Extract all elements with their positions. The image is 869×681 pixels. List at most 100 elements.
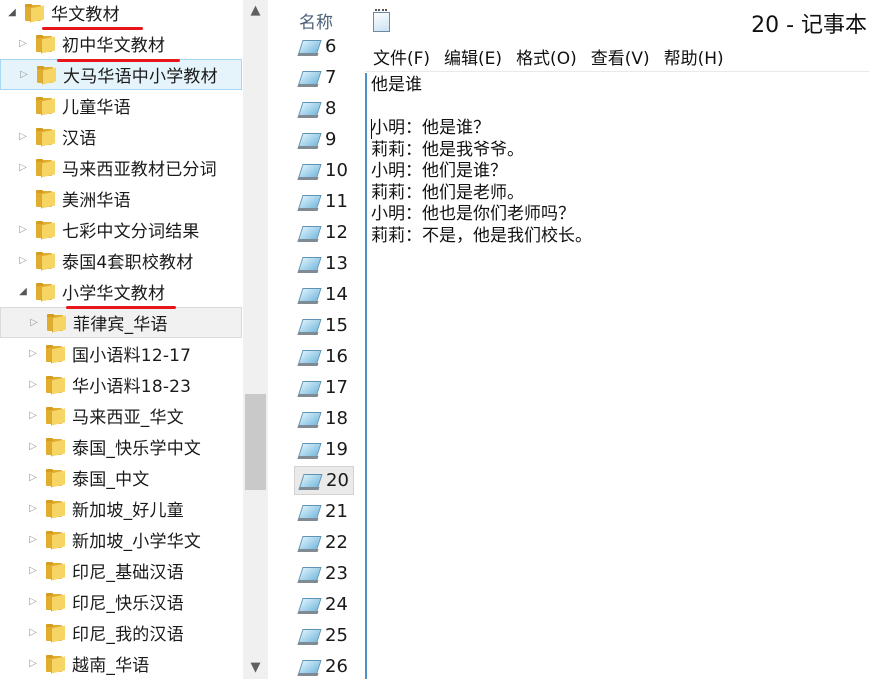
expanded-arrow-icon[interactable]: ◢ <box>17 286 29 297</box>
file-name: 25 <box>325 625 348 646</box>
name-column-header[interactable]: 名称 <box>299 8 333 33</box>
tree-item-13[interactable]: ▷ 马来西亚_华文 <box>0 400 242 431</box>
file-item[interactable]: 12 <box>294 218 354 247</box>
file-name: 10 <box>325 160 348 181</box>
scroll-up-icon[interactable]: ▲ <box>243 0 268 22</box>
title-bar[interactable]: 20 - 记事本 <box>365 0 869 42</box>
file-name: 6 <box>325 36 337 57</box>
tree-item-9[interactable]: ◢ 小学华文教材 <box>0 276 242 307</box>
tree-item-label: 菲律宾_华语 <box>73 315 168 335</box>
file-item[interactable]: 17 <box>294 373 354 402</box>
file-name: 9 <box>325 129 337 150</box>
collapsed-arrow-icon[interactable]: ▷ <box>28 317 40 328</box>
collapsed-arrow-icon[interactable]: ▷ <box>27 658 39 669</box>
file-item[interactable]: 19 <box>294 435 354 464</box>
collapsed-arrow-icon[interactable]: ▷ <box>27 348 39 359</box>
file-item[interactable]: 10 <box>294 156 354 185</box>
collapsed-arrow-icon[interactable]: ▷ <box>17 131 29 142</box>
collapsed-arrow-icon[interactable]: ▷ <box>27 472 39 483</box>
folder-icon <box>35 283 55 302</box>
file-item[interactable]: 7 <box>294 63 354 92</box>
collapsed-arrow-icon[interactable]: ▷ <box>27 441 39 452</box>
folder-icon <box>45 345 65 364</box>
tree-item-label: 马来西亚教材已分词 <box>62 160 217 180</box>
collapsed-arrow-icon[interactable]: ▷ <box>27 596 39 607</box>
file-item[interactable]: 15 <box>294 311 354 340</box>
text-file-icon <box>297 627 322 645</box>
menu-file[interactable]: 文件(F) <box>373 44 430 69</box>
editor-content[interactable]: 他是谁 小明：他是谁？ 莉莉：他是我爷爷。 小明：他们是谁？ 莉莉：他们是老师。… <box>371 75 592 247</box>
menu-edit[interactable]: 编辑(E) <box>444 44 502 69</box>
tree-item-16[interactable]: ▷ 新加坡_好儿童 <box>0 493 242 524</box>
text-editor[interactable]: 他是谁 小明：他是谁？ 莉莉：他是我爷爷。 小明：他们是谁？ 莉莉：他们是老师。… <box>365 73 869 679</box>
menu-format[interactable]: 格式(O) <box>516 44 577 69</box>
collapsed-arrow-icon[interactable]: ▷ <box>27 503 39 514</box>
tree-item-21[interactable]: ▷ 越南_华语 <box>0 648 242 679</box>
folder-icon <box>46 314 66 333</box>
file-name: 12 <box>325 222 348 243</box>
text-file-icon <box>297 596 322 614</box>
file-item[interactable]: 26 <box>294 652 354 681</box>
tree-item-18[interactable]: ▷ 印尼_基础汉语 <box>0 555 242 586</box>
folder-icon <box>45 438 65 457</box>
collapsed-arrow-icon[interactable]: ▷ <box>17 224 29 235</box>
scroll-thumb[interactable] <box>245 394 266 490</box>
text-file-icon <box>297 534 322 552</box>
file-name: 7 <box>325 67 337 88</box>
tree-item-20[interactable]: ▷ 印尼_我的汉语 <box>0 617 242 648</box>
file-item[interactable]: 22 <box>294 528 354 557</box>
file-item[interactable]: 13 <box>294 249 354 278</box>
collapsed-arrow-icon[interactable]: ▷ <box>17 38 29 49</box>
expanded-arrow-icon[interactable]: ◢ <box>6 7 18 18</box>
file-name: 15 <box>325 315 348 336</box>
folder-icon <box>35 128 55 147</box>
tree-item-7[interactable]: ▷ 七彩中文分词结果 <box>0 214 242 245</box>
collapsed-arrow-icon[interactable]: ▷ <box>17 255 29 266</box>
file-item[interactable]: 25 <box>294 621 354 650</box>
file-item[interactable]: 8 <box>294 94 354 123</box>
tree-item-2[interactable]: ▷ 大马华语中小学教材 <box>0 59 242 90</box>
file-item[interactable]: 6 <box>294 32 354 61</box>
menu-help[interactable]: 帮助(H) <box>664 44 724 69</box>
folder-icon <box>45 469 65 488</box>
file-item[interactable]: 20 <box>294 466 354 495</box>
collapsed-arrow-icon[interactable]: ▷ <box>27 534 39 545</box>
tree-item-label: 印尼_基础汉语 <box>72 563 184 583</box>
file-item[interactable]: 11 <box>294 187 354 216</box>
tree-item-12[interactable]: ▷ 华小语料18-23 <box>0 369 242 400</box>
menu-view[interactable]: 查看(V) <box>591 44 650 69</box>
file-name: 18 <box>325 408 348 429</box>
tree-item-11[interactable]: ▷ 国小语料12-17 <box>0 338 242 369</box>
file-item[interactable]: 14 <box>294 280 354 309</box>
tree-scrollbar[interactable]: ▲ ▼ <box>243 0 268 679</box>
tree-item-3[interactable]: 儿童华语 <box>0 90 242 121</box>
collapsed-arrow-icon[interactable]: ▷ <box>18 69 30 80</box>
folder-icon <box>45 655 65 674</box>
folder-tree: ◢ 华文教材 ▷ 初中华文教材 ▷ 大马华语中小学教材 儿童华语 ▷ 汉语 ▷ 马来西亚教材已分词美… <box>0 0 242 679</box>
tree-item-19[interactable]: ▷ 印尼_快乐汉语 <box>0 586 242 617</box>
tree-item-5[interactable]: ▷ 马来西亚教材已分词 <box>0 152 242 183</box>
tree-item-label: 儿童华语 <box>62 98 131 118</box>
file-item[interactable]: 24 <box>294 590 354 619</box>
collapsed-arrow-icon[interactable]: ▷ <box>27 627 39 638</box>
tree-item-6[interactable]: 美洲华语 <box>0 183 242 214</box>
file-item[interactable]: 18 <box>294 404 354 433</box>
file-item[interactable]: 16 <box>294 342 354 371</box>
tree-item-14[interactable]: ▷ 泰国_快乐学中文 <box>0 431 242 462</box>
file-item[interactable]: 23 <box>294 559 354 588</box>
file-item[interactable]: 21 <box>294 497 354 526</box>
tree-item-1[interactable]: ▷ 初中华文教材 <box>0 28 242 59</box>
tree-item-15[interactable]: ▷ 泰国_中文 <box>0 462 242 493</box>
file-item[interactable]: 9 <box>294 125 354 154</box>
tree-item-4[interactable]: ▷ 汉语 <box>0 121 242 152</box>
collapsed-arrow-icon[interactable]: ▷ <box>27 379 39 390</box>
scroll-down-icon[interactable]: ▼ <box>243 657 268 679</box>
collapsed-arrow-icon[interactable]: ▷ <box>17 162 29 173</box>
tree-item-10[interactable]: ▷ 菲律宾_华语 <box>0 307 242 338</box>
tree-item-8[interactable]: ▷ 泰国4套职校教材 <box>0 245 242 276</box>
tree-item-17[interactable]: ▷ 新加坡_小学华文 <box>0 524 242 555</box>
tree-item-0[interactable]: ◢ 华文教材 <box>0 0 242 28</box>
notepad-window: 20 - 记事本 文件(F) 编辑(E) 格式(O) 查看(V) 帮助(H) 他… <box>365 0 869 679</box>
collapsed-arrow-icon[interactable]: ▷ <box>27 410 39 421</box>
collapsed-arrow-icon[interactable]: ▷ <box>27 565 39 576</box>
